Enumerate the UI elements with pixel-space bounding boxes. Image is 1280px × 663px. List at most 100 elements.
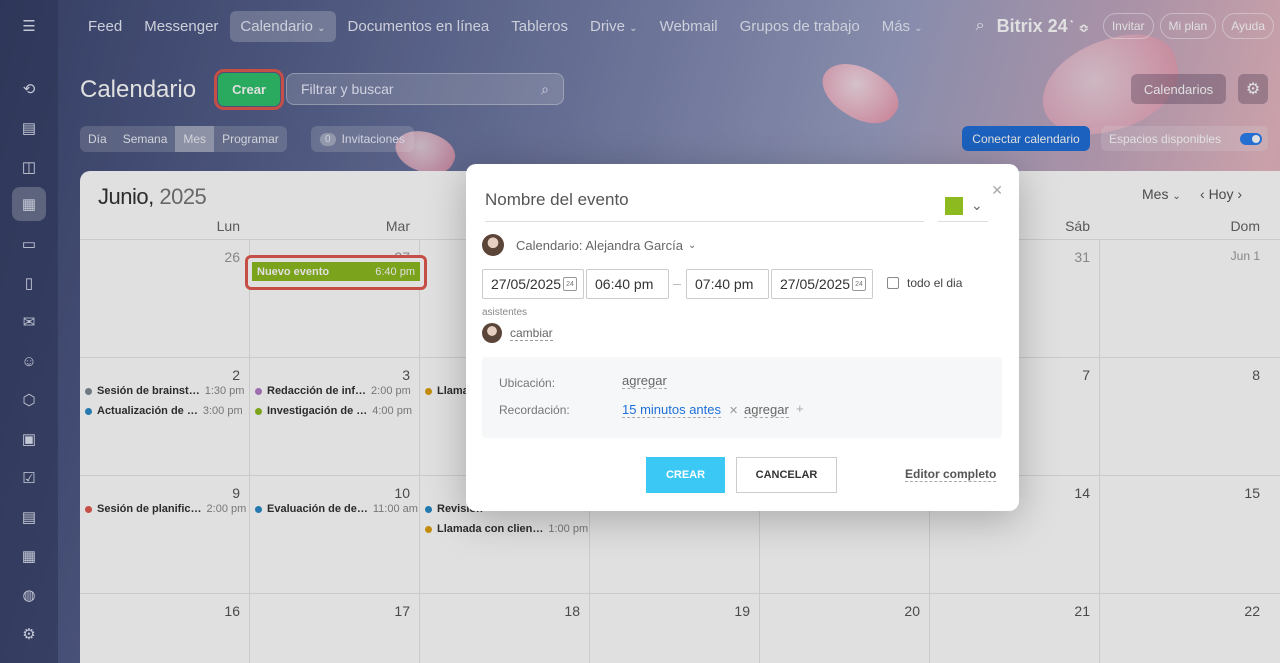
tab-mes[interactable]: Mes	[175, 126, 215, 152]
tasks-icon[interactable]: ▤	[17, 116, 41, 140]
full-editor-link[interactable]: Editor completo	[905, 467, 997, 482]
day-number[interactable]: 8	[1210, 367, 1260, 383]
create-button[interactable]: Crear	[214, 69, 285, 110]
calendar-event[interactable]: Llamada con clien… 1:00 pm	[425, 523, 588, 535]
nav-mas[interactable]: Más ⌄	[872, 11, 933, 42]
document-icon[interactable]: ▯	[17, 271, 41, 295]
checklist-icon[interactable]: ☑	[17, 466, 41, 490]
search-icon[interactable]: ⌕	[976, 17, 985, 35]
calendar-icon[interactable]: ▦	[12, 187, 46, 221]
day-number[interactable]: 20	[870, 603, 920, 619]
groups-icon[interactable]: ☺	[17, 349, 41, 373]
day-number[interactable]: Jun 1	[1180, 249, 1260, 263]
attendees-label: asistentes	[482, 307, 528, 318]
robot-icon[interactable]: ◍	[17, 583, 41, 607]
connect-calendar-button[interactable]: Conectar calendario	[962, 126, 1090, 151]
day-number[interactable]: 3	[360, 367, 410, 383]
tab-programar[interactable]: Programar	[214, 126, 287, 152]
plus-icon[interactable]: +	[796, 401, 804, 416]
invite-button[interactable]: Invitar	[1102, 13, 1154, 39]
end-time-field[interactable]: 07:40 pm	[686, 269, 769, 299]
start-time-field[interactable]: 06:40 pm	[586, 269, 669, 299]
remove-reminder-icon[interactable]: ✕	[729, 404, 738, 417]
end-date-field[interactable]: 27/05/2025 24	[771, 269, 873, 299]
menu-icon[interactable]: ☰	[17, 14, 41, 38]
gear-icon[interactable]: ⚙	[1238, 74, 1268, 104]
grid-line	[419, 240, 420, 663]
day-number[interactable]: 22	[1210, 603, 1260, 619]
available-slots-toggle[interactable]: Espacios disponibles	[1101, 126, 1268, 151]
nav-drive[interactable]: Drive ⌄	[580, 11, 648, 42]
nav-grupos[interactable]: Grupos de trabajo	[730, 11, 870, 42]
settings-icon[interactable]: ⚙	[17, 622, 41, 646]
mail-icon[interactable]: ✉	[17, 310, 41, 334]
calendar-event[interactable]: Actualización de … 3:00 pm	[85, 405, 243, 417]
help-button[interactable]: Ayuda	[1222, 13, 1274, 39]
calendar-event[interactable]: Sesión de brainst… 1:30 pm	[85, 385, 244, 397]
sliders-icon[interactable]: ≎	[1079, 21, 1089, 35]
chat-icon[interactable]: ◫	[17, 155, 41, 179]
today-navigator[interactable]: ‹ Hoy ›	[1200, 186, 1242, 202]
change-attendees-link[interactable]: cambiar	[510, 326, 553, 341]
end-date-value: 27/05/2025	[780, 276, 851, 292]
nav-calendario[interactable]: Calendario ⌄	[230, 10, 336, 42]
nav-tableros[interactable]: Tableros	[501, 11, 578, 42]
toggle-switch[interactable]	[1240, 133, 1262, 145]
new-event-chip[interactable]: Nuevo evento 6:40 pm	[245, 255, 427, 290]
day-number[interactable]: 17	[360, 603, 410, 619]
crm-icon[interactable]: ⬡	[17, 388, 41, 412]
drive-icon[interactable]: ▭	[17, 232, 41, 256]
day-number[interactable]: 10	[360, 485, 410, 501]
invitations-button[interactable]: 0 Invitaciones	[311, 126, 414, 152]
day-number[interactable]: 18	[530, 603, 580, 619]
all-day-checkbox[interactable]: todo el dia	[887, 276, 962, 290]
close-icon[interactable]: ✕	[991, 182, 1003, 199]
start-date-field[interactable]: 27/05/2025 24	[482, 269, 584, 299]
calendar-event[interactable]: Redacción de inf… 2:00 pm	[255, 385, 411, 397]
card-icon[interactable]: ▤	[17, 505, 41, 529]
clock-icon: ◔	[1067, 16, 1074, 28]
calendar-event[interactable]: Evaluación de de… 11:00 am	[255, 503, 418, 515]
chevron-left-icon[interactable]: ‹	[1200, 186, 1205, 202]
location-add-link[interactable]: agregar	[622, 373, 667, 389]
create-event-button[interactable]: CREAR	[646, 457, 725, 493]
chevron-right-icon[interactable]: ›	[1237, 186, 1242, 202]
page-header: Calendario Crear	[80, 69, 285, 110]
tab-semana[interactable]: Semana	[115, 126, 176, 152]
day-number[interactable]: 26	[190, 249, 240, 265]
my-plan-button[interactable]: Mi plan	[1159, 13, 1217, 39]
search-input[interactable]: Filtrar y buscar ⌕	[286, 73, 564, 105]
event-name-input[interactable]: Nombre del evento	[485, 190, 924, 222]
day-number[interactable]: 31	[1040, 249, 1090, 265]
calendar-event[interactable]: Sesión de planific… 2:00 pm	[85, 503, 246, 515]
day-number[interactable]: 7	[1040, 367, 1090, 383]
calendar-event[interactable]: Llama	[425, 385, 469, 397]
nav-documentos[interactable]: Documentos en línea	[338, 11, 500, 42]
presentation-icon[interactable]: ▣	[17, 427, 41, 451]
day-number[interactable]: 2	[190, 367, 240, 383]
feed-icon[interactable]: ⟲	[17, 77, 41, 101]
nav-feed[interactable]: Feed	[78, 11, 132, 42]
tab-dia[interactable]: Día	[80, 126, 115, 152]
reminder-add-link[interactable]: agregar	[744, 402, 789, 418]
schedule-icon[interactable]: ▦	[17, 544, 41, 568]
day-number[interactable]: 19	[700, 603, 750, 619]
reminder-value-link[interactable]: 15 minutos antes	[622, 402, 722, 418]
checkbox-box[interactable]	[887, 277, 899, 289]
reminder-value: 15 minutos antes	[622, 402, 722, 417]
calendar-event[interactable]: Investigación de … 4:00 pm	[255, 405, 412, 417]
calendar-owner[interactable]: Calendario: Alejandra García ⌄	[482, 234, 696, 256]
day-number[interactable]: 16	[190, 603, 240, 619]
day-number[interactable]: 9	[190, 485, 240, 501]
day-number[interactable]: 15	[1210, 485, 1260, 501]
nav-webmail[interactable]: Webmail	[650, 11, 728, 42]
chevron-down-icon: ⌄	[914, 22, 923, 34]
nav-messenger[interactable]: Messenger	[134, 11, 228, 42]
weekday-header: Dom	[1230, 218, 1260, 234]
color-selector[interactable]: ⌄	[938, 190, 988, 222]
day-number[interactable]: 14	[1040, 485, 1090, 501]
calendars-button[interactable]: Calendarios	[1131, 74, 1226, 104]
view-selector[interactable]: Mes ⌄	[1142, 186, 1181, 202]
cancel-button[interactable]: CANCELAR	[736, 457, 837, 493]
day-number[interactable]: 21	[1040, 603, 1090, 619]
